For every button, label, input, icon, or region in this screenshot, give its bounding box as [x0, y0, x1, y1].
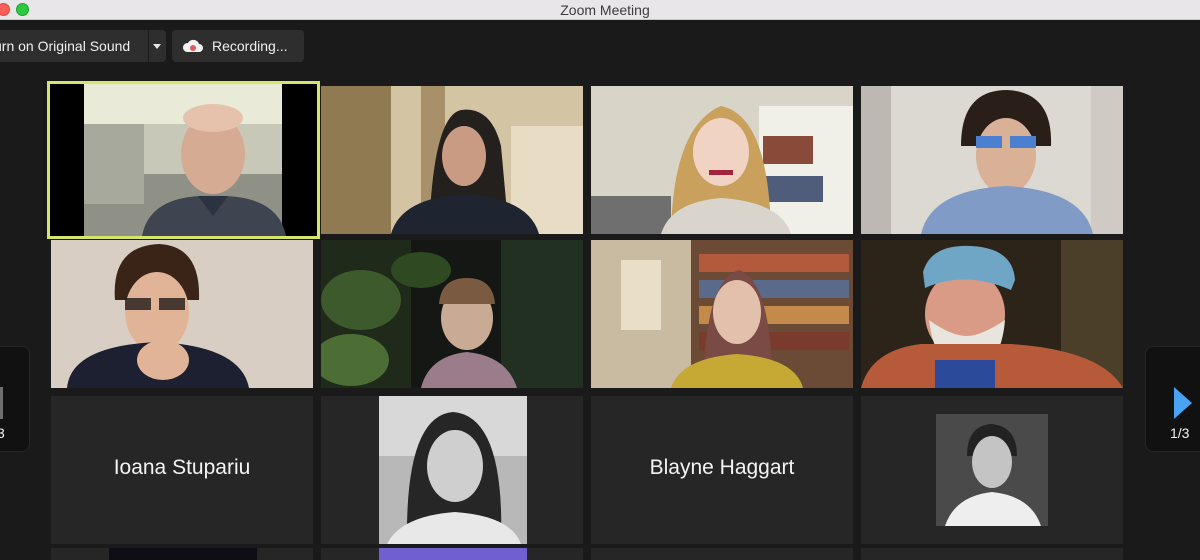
zoom-meeting-window: Zoom Meeting urn on Original Sound Recor… [0, 0, 1200, 560]
participant-tile-partial[interactable] [861, 548, 1123, 560]
participant-photo [861, 396, 1123, 544]
participant-video [321, 240, 583, 388]
participant-video [591, 86, 853, 234]
participant-tile-partial[interactable] [591, 548, 853, 560]
participant-video-tile[interactable] [321, 240, 583, 388]
chevron-left-icon [0, 387, 3, 419]
participant-name: Ioana Stupariu [113, 456, 251, 479]
participant-photo-tile[interactable] [861, 396, 1123, 544]
participant-video [591, 240, 853, 388]
participant-video-tile[interactable] [861, 240, 1123, 388]
participant-video [861, 86, 1123, 234]
participant-photo-tile[interactable] [321, 396, 583, 544]
original-sound-button[interactable]: urn on Original Sound [0, 30, 166, 62]
participant-photo-partial [109, 548, 257, 560]
button-divider [148, 30, 149, 62]
recording-label: Recording... [212, 38, 288, 54]
participant-video-tile[interactable] [321, 86, 583, 234]
participant-tile-partial[interactable] [321, 548, 583, 560]
chevron-right-icon [1174, 387, 1192, 419]
cloud-recording-icon [182, 39, 203, 52]
participant-video [51, 240, 313, 388]
participant-video-tile[interactable] [591, 86, 853, 234]
recording-button[interactable]: Recording... [172, 30, 304, 62]
participant-video-tile[interactable] [861, 86, 1123, 234]
participant-photo [321, 396, 583, 544]
participant-video [50, 84, 317, 236]
participant-tile-partial[interactable] [51, 548, 313, 560]
next-page-button[interactable]: 1/3 [1145, 346, 1200, 452]
window-title: Zoom Meeting [560, 2, 650, 18]
participant-name-tile[interactable]: Blayne Haggart [591, 396, 853, 544]
participant-video-tile[interactable] [591, 240, 853, 388]
participant-name: Blayne Haggart [649, 456, 795, 479]
previous-page-button[interactable]: 3 [0, 346, 30, 452]
participant-video [321, 86, 583, 234]
participant-video-tile[interactable] [51, 240, 313, 388]
participant-photo-partial [379, 548, 527, 560]
title-bar: Zoom Meeting [0, 0, 1200, 20]
page-indicator: 1/3 [1170, 425, 1190, 441]
participant-name-tile[interactable]: Ioana Stupariu [51, 396, 313, 544]
participant-video [861, 240, 1123, 388]
participant-video-tile[interactable] [47, 81, 320, 239]
page-indicator-left: 3 [0, 425, 5, 441]
chevron-down-icon[interactable] [153, 43, 161, 49]
original-sound-label: urn on Original Sound [0, 38, 131, 54]
